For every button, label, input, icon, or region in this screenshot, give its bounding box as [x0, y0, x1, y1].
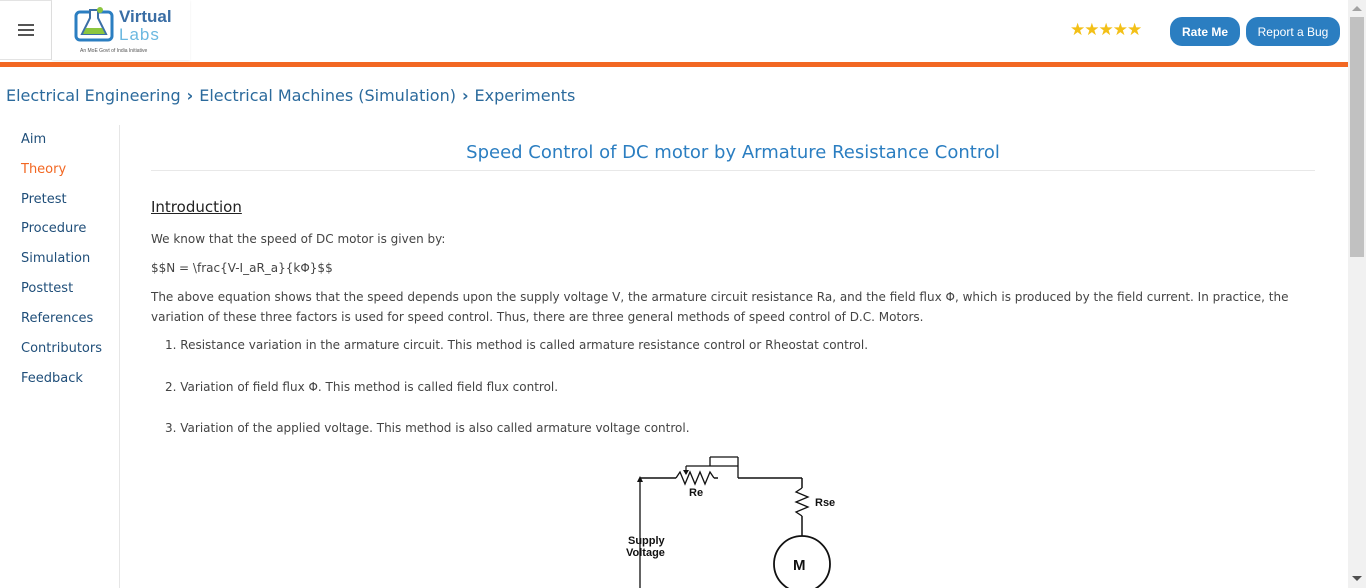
list-item: 3. Variation of the applied voltage. Thi… [165, 421, 690, 435]
chevron-right-icon: › [461, 86, 469, 105]
header-accent-line [0, 62, 1348, 67]
breadcrumb-experiments[interactable]: Experiments [475, 86, 576, 105]
sidebar-item-posttest[interactable]: Posttest [21, 281, 73, 296]
sidebar-item-procedure[interactable]: Procedure [21, 221, 86, 236]
sidebar-item-simulation[interactable]: Simulation [21, 251, 90, 266]
sidebar-nav: Aim Theory Pretest Procedure Simulation … [0, 125, 120, 588]
sidebar-item-references[interactable]: References [21, 311, 93, 326]
armature-resistance-circuit-diagram: Re Rse Supply Voltage M [626, 456, 835, 588]
intro-paragraph: We know that the speed of DC motor is gi… [151, 232, 446, 246]
logo-text-labs: Labs [119, 25, 160, 44]
explanation-paragraph: The above equation shows that the speed … [151, 290, 1289, 324]
report-bug-button[interactable]: Report a Bug [1246, 17, 1340, 46]
supply-label: Supply [628, 535, 666, 547]
page-title: Speed Control of DC motor by Armature Re… [466, 142, 1000, 163]
voltage-label: Voltage [626, 547, 665, 559]
page-scrollbar[interactable] [1348, 0, 1366, 588]
series-field-rse-icon [794, 487, 810, 517]
section-heading-introduction: Introduction [151, 198, 242, 216]
speed-equation: $$N = \frac{V-I_aR_a}{kΦ}$$ [151, 261, 333, 275]
sidebar-item-feedback[interactable]: Feedback [21, 371, 83, 386]
sidebar-item-aim[interactable]: Aim [21, 132, 46, 147]
re-label: Re [689, 487, 703, 499]
rheostat-re-icon [675, 470, 715, 486]
menu-button[interactable] [0, 0, 52, 60]
sidebar-item-contributors[interactable]: Contributors [21, 341, 102, 356]
title-divider [151, 170, 1315, 171]
hamburger-icon [17, 24, 34, 36]
breadcrumb-electrical-engineering[interactable]: Electrical Engineering [6, 86, 181, 105]
rating-stars: ★★★★★ [1070, 20, 1142, 39]
top-header: Virtual Labs An MoE Govt of India Initia… [0, 0, 1348, 62]
scroll-down-arrow-icon[interactable] [1352, 576, 1362, 581]
chevron-right-icon: › [186, 86, 194, 105]
breadcrumb: Electrical Engineering › Electrical Mach… [6, 86, 575, 105]
virtual-labs-logo[interactable]: Virtual Labs An MoE Govt of India Initia… [52, 0, 190, 60]
rate-me-button[interactable]: Rate Me [1170, 17, 1240, 46]
logo-tagline: An MoE Govt of India Initiative [80, 48, 148, 54]
sidebar-item-pretest[interactable]: Pretest [21, 192, 67, 207]
motor-label: M [793, 557, 806, 574]
scroll-up-arrow-icon[interactable] [1352, 6, 1362, 11]
list-item: 1. Resistance variation in the armature … [165, 338, 869, 352]
flask-icon [74, 7, 114, 42]
rse-label: Rse [815, 497, 835, 509]
logo-text-virtual: Virtual [119, 7, 172, 26]
breadcrumb-electrical-machines[interactable]: Electrical Machines (Simulation) [199, 86, 456, 105]
scroll-thumb[interactable] [1350, 17, 1364, 257]
sidebar-item-theory[interactable]: Theory [21, 162, 66, 177]
list-item: 2. Variation of field flux Φ. This metho… [165, 380, 559, 394]
